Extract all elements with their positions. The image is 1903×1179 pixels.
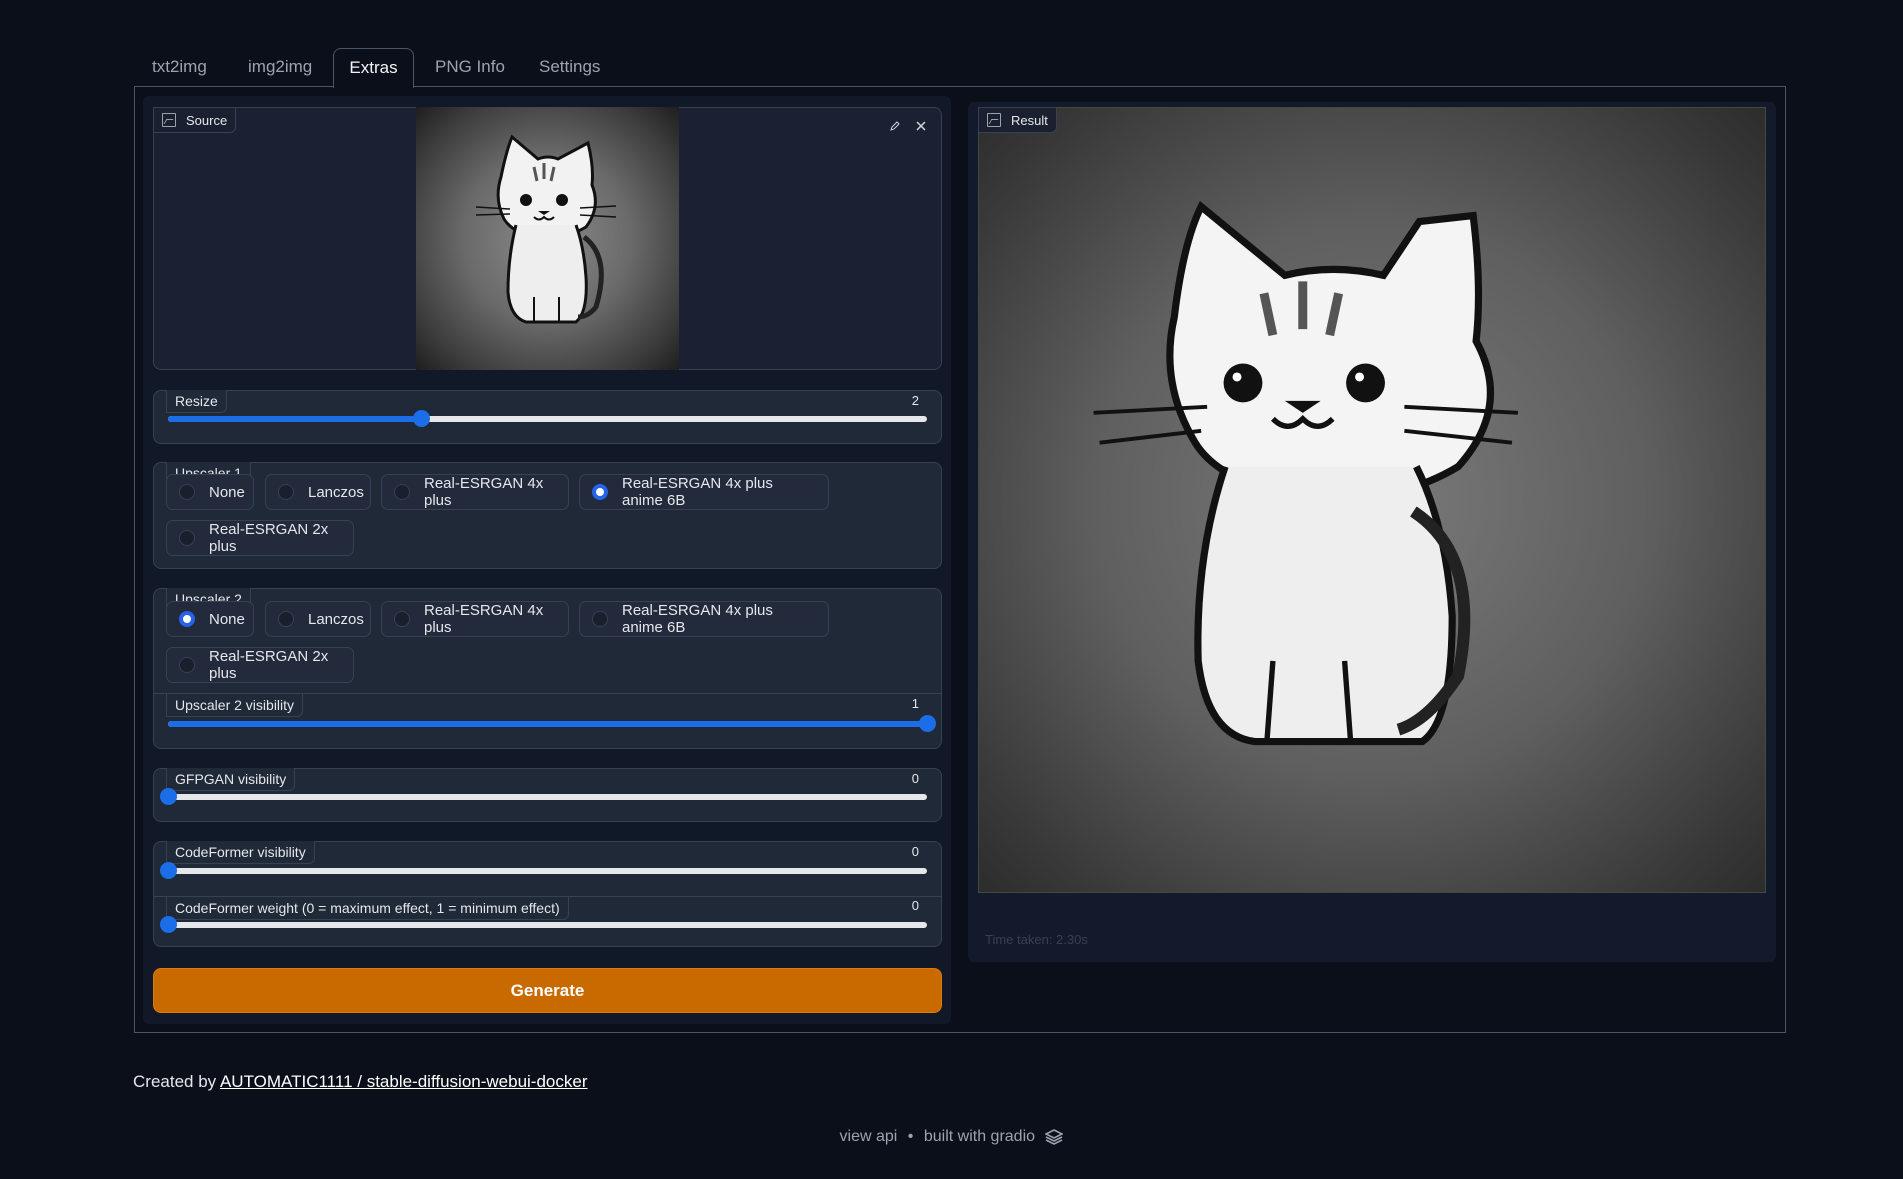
- radio-selected-icon: [179, 611, 195, 627]
- option-label: Real-ESRGAN 2x plus: [209, 521, 329, 555]
- footer-credits: Created by AUTOMATIC1111 / stable-diffus…: [133, 1072, 588, 1092]
- upscaler2-visibility-slider[interactable]: [168, 715, 936, 732]
- codeformer-weight-value[interactable]: 0: [912, 898, 919, 913]
- option-label: Lanczos: [308, 483, 364, 501]
- source-label-text: Source: [186, 112, 228, 128]
- radio-icon: [278, 611, 294, 627]
- resize-slider[interactable]: [168, 410, 927, 427]
- radio-icon: [179, 657, 195, 673]
- gfpgan-block: GFPGAN visibility 0: [153, 768, 942, 822]
- upscaler2-visibility-label: Upscaler 2 visibility: [166, 693, 304, 717]
- upscaler2-visibility-value[interactable]: 1: [912, 696, 919, 711]
- option-label: None: [209, 610, 245, 628]
- resize-label: Resize: [166, 390, 227, 413]
- result-label: Result: [978, 107, 1057, 133]
- edit-button[interactable]: [884, 115, 906, 137]
- codeformer-weight-thumb[interactable]: [160, 916, 177, 933]
- clear-button[interactable]: [910, 115, 932, 137]
- resize-block: Resize 2: [153, 390, 942, 444]
- resize-slider-fill: [168, 416, 421, 422]
- upscaler2-block: Upscaler 2 None Lanczos Real-ESRGAN 4x p…: [153, 588, 942, 749]
- upscaler2-option-none[interactable]: None: [166, 601, 254, 637]
- radio-icon: [179, 530, 195, 546]
- gfpgan-visibility-thumb[interactable]: [160, 788, 177, 805]
- source-label: Source: [153, 107, 237, 133]
- created-by-text: Created by: [133, 1072, 220, 1091]
- codeformer-visibility-slider[interactable]: [160, 862, 927, 879]
- radio-icon: [394, 611, 410, 627]
- tab-png-info[interactable]: PNG Info: [421, 48, 519, 86]
- codeformer-weight-slider[interactable]: [160, 916, 927, 933]
- codeformer-block: CodeFormer visibility 0 CodeFormer weigh…: [153, 841, 942, 947]
- option-label: Real-ESRGAN 4x plus: [424, 602, 544, 636]
- option-label: Real-ESRGAN 2x plus: [209, 648, 329, 682]
- cat-illustration: [1093, 200, 1519, 746]
- upscaler1-block: Upscaler 1 None Lanczos Real-ESRGAN 4x p…: [153, 462, 942, 569]
- option-label: Real-ESRGAN 4x plus anime 6B: [622, 602, 773, 636]
- gfpgan-visibility-slider[interactable]: [160, 788, 927, 805]
- upscaler1-option-esrgan-4x-anime[interactable]: Real-ESRGAN 4x plus anime 6B: [579, 474, 829, 510]
- view-api-link[interactable]: view api: [840, 1128, 898, 1145]
- option-label: None: [209, 483, 245, 501]
- gfpgan-visibility-value[interactable]: 0: [912, 771, 919, 786]
- upscaler2-visibility-fill: [168, 721, 927, 727]
- resize-slider-thumb[interactable]: [412, 410, 430, 427]
- resize-value[interactable]: 2: [912, 393, 919, 408]
- close-icon: [916, 121, 926, 131]
- radio-icon: [179, 484, 195, 500]
- radio-selected-icon: [592, 484, 608, 500]
- upscaler2-option-esrgan-4x-anime[interactable]: Real-ESRGAN 4x plus anime 6B: [579, 601, 829, 637]
- repo-link[interactable]: AUTOMATIC1111 / stable-diffusion-webui-d…: [220, 1072, 588, 1091]
- codeformer-visibility-thumb[interactable]: [160, 862, 177, 879]
- tab-extras[interactable]: Extras: [333, 48, 414, 88]
- option-label: Real-ESRGAN 4x plus: [424, 475, 544, 509]
- option-label: Lanczos: [308, 610, 364, 628]
- source-image: [416, 107, 679, 370]
- time-taken: Time taken: 2.30s: [985, 932, 1088, 947]
- radio-icon: [394, 484, 410, 500]
- upscaler1-option-lanczos[interactable]: Lanczos: [265, 474, 371, 510]
- upscaler1-option-esrgan-4x[interactable]: Real-ESRGAN 4x plus: [381, 474, 569, 510]
- tab-img2img[interactable]: img2img: [234, 48, 326, 86]
- codeformer-weight-label: CodeFormer weight (0 = maximum effect, 1…: [166, 896, 569, 920]
- gradio-logo-icon: [1044, 1128, 1065, 1145]
- radio-icon: [592, 611, 608, 627]
- image-icon: [162, 113, 176, 127]
- codeformer-visibility-label: CodeFormer visibility: [166, 841, 315, 864]
- separator: •: [907, 1128, 914, 1145]
- built-with-gradio-link[interactable]: built with gradio: [924, 1128, 1035, 1145]
- gfpgan-visibility-label: GFPGAN visibility: [166, 768, 296, 791]
- upscaler2-option-lanczos[interactable]: Lanczos: [265, 601, 371, 637]
- result-image[interactable]: [978, 107, 1766, 893]
- result-label-text: Result: [1011, 112, 1048, 128]
- upscaler1-option-none[interactable]: None: [166, 474, 254, 510]
- image-icon: [987, 113, 1001, 127]
- upscaler1-option-esrgan-2x[interactable]: Real-ESRGAN 2x plus: [166, 520, 354, 556]
- generate-button[interactable]: Generate: [153, 968, 942, 1013]
- upscaler2-option-esrgan-4x[interactable]: Real-ESRGAN 4x plus: [381, 601, 569, 637]
- pencil-icon: [890, 121, 900, 131]
- cat-illustration: [475, 134, 617, 324]
- radio-icon: [278, 484, 294, 500]
- codeformer-visibility-value[interactable]: 0: [912, 844, 919, 859]
- option-label: Real-ESRGAN 4x plus anime 6B: [622, 475, 773, 509]
- tab-settings[interactable]: Settings: [525, 48, 614, 86]
- upscaler2-option-esrgan-2x[interactable]: Real-ESRGAN 2x plus: [166, 647, 354, 683]
- tab-txt2img[interactable]: txt2img: [138, 48, 221, 86]
- gradio-footer: view api • built with gradio: [0, 1128, 1903, 1146]
- upscaler2-visibility-thumb[interactable]: [919, 715, 936, 732]
